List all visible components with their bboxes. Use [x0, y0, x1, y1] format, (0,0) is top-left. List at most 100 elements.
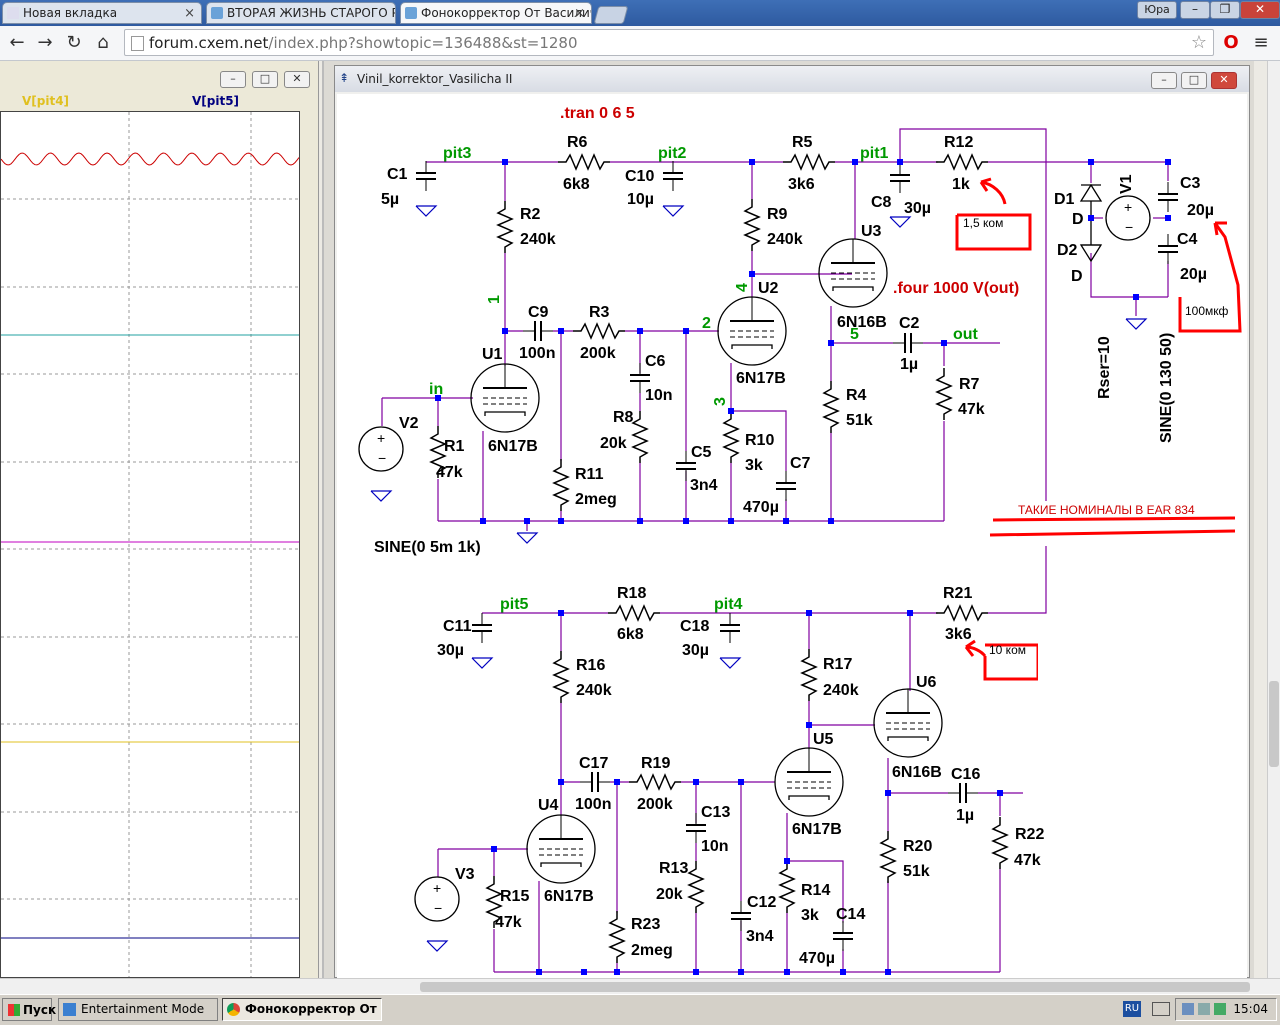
- label-C16: C16: [951, 766, 980, 783]
- schematic-canvas[interactable]: +−: [337, 94, 1247, 978]
- value-R10: 3k: [745, 457, 763, 474]
- label-C14: C14: [836, 906, 865, 923]
- label-C10: C10: [625, 168, 654, 185]
- net-pit2: pit2: [658, 145, 687, 162]
- label-U5: U5: [813, 731, 834, 748]
- profile-button[interactable]: Юра: [1137, 1, 1177, 19]
- value-R6: 6k8: [563, 176, 590, 193]
- label-U1: U1: [482, 346, 503, 363]
- chrome-icon: [227, 1003, 240, 1016]
- toolbar: ← → ↻ ⌂ forum.cxem.net/index.php?showtop…: [0, 26, 1280, 61]
- start-button[interactable]: Пуск: [2, 998, 56, 1021]
- node-5: 5: [850, 326, 859, 343]
- value-U2: 6N17B: [736, 370, 786, 387]
- scroll-thumb[interactable]: [1269, 681, 1279, 767]
- v2-source-label: SINE(0 5m 1k): [374, 539, 481, 556]
- maximize-button[interactable]: ❐: [1210, 1, 1240, 19]
- scroll-thumb[interactable]: [420, 982, 1250, 992]
- label-R2: R2: [520, 206, 541, 223]
- tab-forum[interactable]: ВТОРАЯ ЖИЗНЬ СТАРОГО Р: [206, 2, 396, 24]
- waveform-plot[interactable]: [0, 111, 300, 978]
- keyboard-icon[interactable]: [1152, 1002, 1170, 1016]
- forward-icon[interactable]: →: [34, 32, 56, 54]
- minimize-button[interactable]: –: [1151, 72, 1177, 89]
- label-C17: C17: [579, 755, 608, 772]
- value-C3: 20µ: [1187, 202, 1214, 219]
- task-entertainment[interactable]: Entertainment Mode: [58, 998, 218, 1021]
- label-R23: R23: [631, 916, 660, 933]
- close-button[interactable]: ✕: [1211, 72, 1237, 89]
- net-out: out: [953, 326, 979, 343]
- value-R12: 1k: [952, 176, 970, 193]
- tab-active[interactable]: Фонокорректор От Василич ×: [400, 2, 592, 24]
- schematic-window: ⇞ Vinil_korrektor_Vasilicha II – □ ✕ +−: [334, 65, 1250, 978]
- network-icon[interactable]: [1182, 1003, 1194, 1015]
- label-V3: V3: [455, 866, 475, 883]
- value-R23: 2meg: [631, 942, 673, 959]
- opera-icon[interactable]: O: [1220, 32, 1242, 54]
- label-D1: D1: [1054, 191, 1075, 208]
- wires-top: [381, 128, 1169, 531]
- value-R11: 2meg: [575, 491, 617, 508]
- vertical-scrollbar[interactable]: [1267, 61, 1280, 978]
- label-C3: C3: [1180, 175, 1201, 192]
- page-content: – □ ✕ V[pit4] V[pit5] ⇞ Vinil_korrektor_…: [0, 61, 1268, 978]
- net-pit1: pit1: [860, 145, 889, 162]
- close-icon[interactable]: ×: [574, 6, 585, 21]
- back-icon[interactable]: ←: [6, 32, 28, 54]
- tab-strip: Новая вкладка × ВТОРАЯ ЖИЗНЬ СТАРОГО Р Ф…: [0, 0, 1280, 26]
- value-R7: 47k: [958, 401, 985, 418]
- value-U1: 6N17B: [488, 438, 538, 455]
- home-icon[interactable]: ⌂: [92, 32, 114, 54]
- label-R8: R8: [613, 409, 634, 426]
- value-R20: 51k: [903, 863, 930, 880]
- maximize-button[interactable]: □: [1181, 72, 1207, 89]
- security-icon[interactable]: [1214, 1003, 1226, 1015]
- label-U6: U6: [916, 674, 937, 691]
- label-R6: R6: [567, 134, 588, 151]
- horizontal-scrollbar[interactable]: [0, 978, 1280, 995]
- value-C18: 30µ: [682, 642, 709, 659]
- value-R4: 51k: [846, 412, 873, 429]
- value-R2: 240k: [520, 231, 556, 248]
- reload-icon[interactable]: ↻: [63, 32, 85, 54]
- address-bar[interactable]: forum.cxem.net/index.php?showtopic=13648…: [124, 29, 1214, 56]
- trace-label-pit4: V[pit4]: [22, 94, 70, 108]
- tab-new[interactable]: Новая вкладка ×: [2, 2, 202, 24]
- minimize-button[interactable]: –: [220, 71, 246, 88]
- label-C12: C12: [747, 894, 776, 911]
- rser-label: Rser=10: [1096, 336, 1113, 399]
- task-browser[interactable]: Фонокорректор От В...: [222, 998, 382, 1021]
- ripple-trace: [0, 152, 300, 166]
- label-C1: C1: [387, 166, 408, 183]
- label-R16: R16: [576, 657, 605, 674]
- forum-icon: [211, 7, 223, 19]
- trace-label-pit5: V[pit5]: [192, 94, 240, 108]
- close-icon[interactable]: ×: [184, 6, 195, 21]
- url-host: forum.cxem.net: [149, 34, 269, 52]
- value-R17: 240k: [823, 682, 859, 699]
- minimize-button[interactable]: –: [1180, 1, 1210, 19]
- new-tab-button[interactable]: [593, 6, 629, 24]
- label-R15: R15: [500, 888, 529, 905]
- label-U3: U3: [861, 223, 882, 240]
- page-icon: [131, 36, 144, 51]
- maximize-button[interactable]: □: [252, 71, 278, 88]
- taskbar: Пуск Entertainment Mode Фонокорректор От…: [0, 994, 1280, 1025]
- value-U5: 6N17B: [792, 821, 842, 838]
- ltspice-icon: ⇞: [339, 71, 350, 85]
- volume-icon[interactable]: [1198, 1003, 1210, 1015]
- label-R14: R14: [801, 882, 830, 899]
- bookmark-star-icon[interactable]: ☆: [1188, 32, 1210, 54]
- language-indicator[interactable]: RU: [1123, 1001, 1141, 1017]
- schematic-svg: +−: [358, 105, 1242, 975]
- close-button[interactable]: ✕: [284, 71, 310, 88]
- value-C1: 5µ: [381, 191, 399, 208]
- value-U3: 6N16B: [837, 314, 887, 331]
- net-pit3: pit3: [443, 145, 472, 162]
- value-R16: 240k: [576, 682, 612, 699]
- menu-icon[interactable]: ≡: [1250, 32, 1272, 54]
- start-label: Пуск: [23, 1003, 57, 1017]
- close-button[interactable]: ✕: [1240, 1, 1280, 19]
- label-V1: V1: [1118, 174, 1135, 194]
